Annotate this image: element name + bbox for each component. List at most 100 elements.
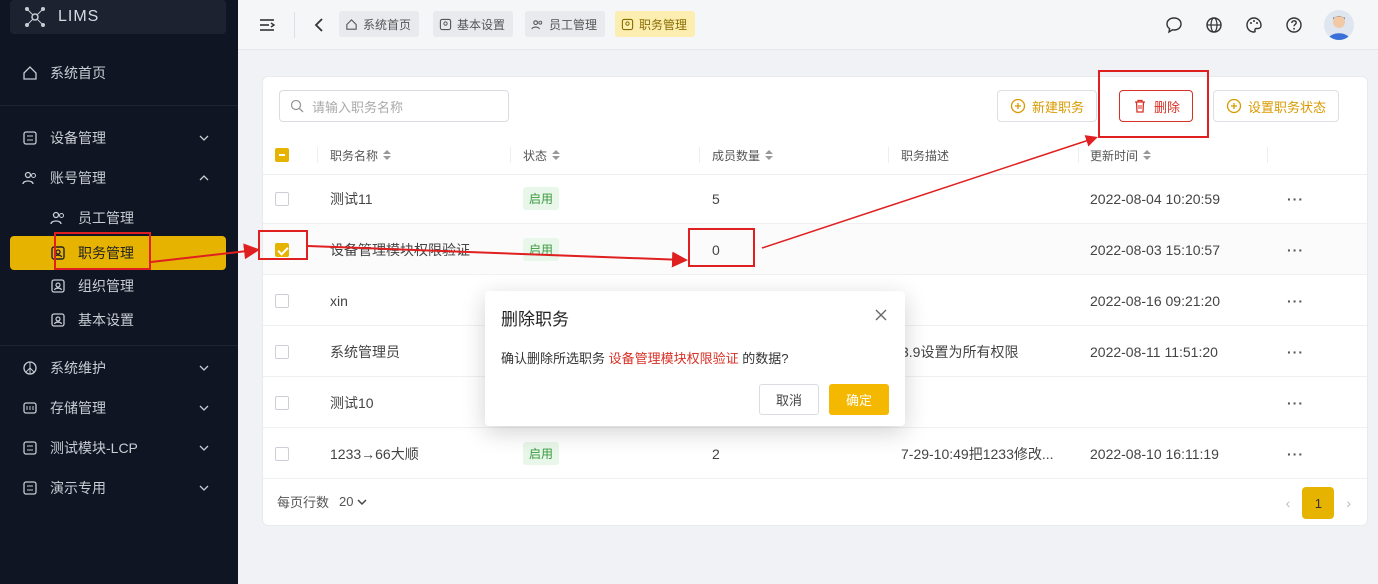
search-icon (290, 99, 304, 113)
sidebar-item-account[interactable]: 账号管理 (10, 161, 226, 195)
column-separator (699, 147, 700, 163)
status-badge: 启用 (523, 442, 560, 465)
row-status: 启用 (523, 173, 560, 224)
status-badge: 启用 (523, 238, 560, 261)
lims-logo-icon (25, 7, 45, 27)
row-more-button[interactable]: ··· (1287, 224, 1304, 275)
plus-circle-icon (1010, 98, 1026, 114)
row-desc: 3.9设置为所有权限 (901, 343, 1019, 360)
tab-position[interactable]: 职务管理 (615, 11, 696, 37)
row-checkbox[interactable] (275, 275, 289, 326)
dialog-title: 删除职务 (501, 310, 569, 329)
row-more-button[interactable]: ··· (1287, 173, 1304, 224)
row-name: 系统管理员 (330, 343, 400, 360)
users-icon (22, 171, 36, 185)
badge-icon (51, 313, 65, 327)
row-count: 2 (712, 445, 720, 462)
row-more-button[interactable]: ··· (1287, 377, 1304, 428)
row-more-button[interactable]: ··· (1287, 326, 1304, 377)
app-brand[interactable]: LIMS (10, 0, 226, 34)
chevron-down-icon (199, 405, 209, 411)
row-checkbox[interactable] (275, 326, 289, 377)
table-row[interactable]: 1233→66大顺 启用 2 7-29-10:49把1233修改... 2022… (263, 428, 1367, 479)
search-input[interactable]: 请输入职务名称 (279, 90, 509, 122)
row-name: 设备管理模块权限验证 (330, 241, 470, 258)
sidebar-item-demo[interactable]: 演示专用 (10, 471, 226, 505)
annotation-box-delete (1098, 70, 1209, 138)
globe-icon[interactable] (1205, 16, 1223, 34)
row-checkbox[interactable] (275, 173, 289, 224)
page-size-select[interactable]: 20 (339, 494, 353, 509)
dialog-target-name: 设备管理模块权限验证 (608, 351, 739, 366)
table-row[interactable]: 设备管理模块权限验证 启用 0 2022-08-03 15:10:57 ··· (263, 224, 1367, 275)
delete-confirm-dialog: 删除职务 确认删除所选职务 设备管理模块权限验证 的数据? 取消 确定 (485, 291, 905, 426)
row-checkbox[interactable] (275, 377, 289, 428)
row-desc: 7-29-10:49把1233修改... (901, 445, 1054, 462)
column-separator (888, 147, 889, 163)
status-badge: 启用 (523, 187, 560, 210)
table-row[interactable]: 测试11 启用 5 2022-08-04 10:20:59 ··· (263, 173, 1367, 224)
column-separator (317, 147, 318, 163)
row-name: 测试10 (330, 394, 374, 411)
annotation-box-checkbox (258, 230, 308, 260)
badge-icon (621, 18, 634, 30)
column-separator (1267, 147, 1268, 163)
column-header-desc: 职务描述 (901, 148, 950, 163)
row-time: 2022-08-16 09:21:20 (1090, 292, 1220, 309)
back-icon[interactable] (310, 16, 328, 34)
close-icon[interactable] (875, 309, 887, 321)
table-header: 职务名称 状态 成员数量 职务描述 更新时间 (263, 135, 1367, 175)
confirm-button[interactable]: 确定 (829, 384, 889, 415)
column-header-count[interactable]: 成员数量 (712, 135, 774, 175)
sidebar-item-device[interactable]: 设备管理 (10, 121, 226, 155)
help-icon[interactable] (1285, 16, 1303, 34)
chevron-down-icon (199, 445, 209, 451)
sidebar-divider (0, 345, 238, 346)
page-size-control: 每页行数 20 (277, 492, 368, 511)
sidebar-item-basic-settings[interactable]: 基本设置 (10, 303, 226, 337)
topbar-divider (294, 12, 295, 38)
peace-icon (23, 361, 37, 375)
sidebar-item-organization[interactable]: 组织管理 (10, 269, 226, 303)
sidebar-item-home[interactable]: 系统首页 (10, 56, 226, 90)
home-icon (346, 18, 357, 30)
row-status: 启用 (523, 428, 560, 479)
new-position-button[interactable]: 新建职务 (997, 90, 1098, 122)
dialog-message: 确认删除所选职务 设备管理模块权限验证 的数据? (501, 351, 789, 366)
prev-page-icon[interactable]: ‹ (1286, 495, 1291, 511)
message-icon[interactable] (1165, 16, 1183, 34)
row-checkbox[interactable] (275, 428, 289, 479)
menu-fold-icon[interactable] (258, 16, 276, 34)
column-header-time[interactable]: 更新时间 (1090, 135, 1152, 175)
tab-staff[interactable]: 员工管理 (525, 11, 606, 37)
annotation-box-count (688, 228, 755, 267)
page-button-current[interactable]: 1 (1302, 487, 1335, 519)
annotation-box-sidebar (54, 232, 151, 270)
sidebar-item-staff[interactable]: 员工管理 (10, 201, 226, 235)
select-all-checkbox[interactable] (275, 135, 289, 175)
device-icon (23, 131, 37, 145)
column-header-status[interactable]: 状态 (523, 135, 561, 175)
chevron-down-icon (199, 365, 209, 371)
chevron-down-icon[interactable] (356, 496, 368, 508)
row-more-button[interactable]: ··· (1287, 275, 1304, 326)
sidebar-item-test-lcp[interactable]: 测试模块-LCP (10, 431, 226, 465)
tab-home[interactable]: 系统首页 (339, 11, 420, 37)
sort-icon (383, 150, 392, 160)
pagination: ‹ 1 › (1286, 487, 1351, 519)
column-header-name[interactable]: 职务名称 (330, 135, 392, 175)
sidebar-item-maintenance[interactable]: 系统维护 (10, 351, 226, 385)
tab-basic-settings[interactable]: 基本设置 (433, 11, 514, 37)
avatar[interactable] (1324, 10, 1354, 40)
set-status-button[interactable]: 设置职务状态 (1213, 90, 1340, 122)
storage-icon (23, 402, 37, 414)
sidebar-item-storage[interactable]: 存储管理 (10, 391, 226, 425)
palette-icon[interactable] (1245, 16, 1263, 34)
row-more-button[interactable]: ··· (1287, 428, 1304, 479)
row-name: 测试11 (330, 190, 373, 207)
user-avatar-icon (1328, 16, 1350, 40)
cancel-button[interactable]: 取消 (759, 384, 819, 415)
row-time: 2022-08-03 15:10:57 (1090, 241, 1220, 258)
topbar: 系统首页 基本设置 员工管理 职务管理 (238, 0, 1378, 50)
next-page-icon[interactable]: › (1346, 495, 1351, 511)
